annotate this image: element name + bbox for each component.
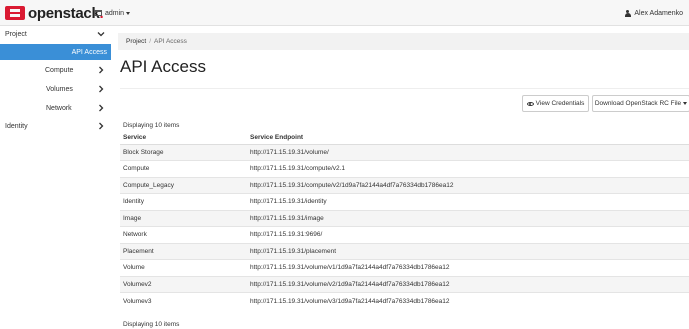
openstack-logo[interactable]: openstack. (5, 4, 104, 22)
table-row: Placement http://171.15.19.31/placement (120, 242, 689, 260)
table-row: Network http://171.15.19.31:9696/ (120, 226, 689, 243)
caret-down-icon (126, 11, 131, 15)
chevron-right-icon (97, 104, 105, 112)
endpoint-cell: http://171.15.19.31/volume/v2/1d9a7fa214… (247, 275, 689, 293)
table-row: Compute http://171.15.19.31/compute/v2.1 (120, 160, 689, 177)
service-cell: Identity (120, 193, 247, 210)
service-cell: Compute (120, 160, 247, 177)
endpoint-cell: http://171.15.19.31/placement (247, 242, 689, 260)
service-cell: Compute_Legacy (120, 176, 247, 194)
brand-name: openstack. (28, 4, 104, 22)
caret-down-icon (683, 102, 688, 105)
user-menu[interactable]: Alex Adamenko (624, 7, 683, 19)
chevron-right-icon (97, 66, 105, 74)
service-cell: Network (120, 226, 247, 243)
breadcrumb-project[interactable]: Project (126, 38, 146, 45)
endpoint-cell: http://171.15.19.31/volume/ (247, 143, 689, 161)
sidebar-item-label: API Access (71, 48, 107, 56)
service-cell: Volumev2 (120, 275, 247, 293)
view-credentials-label: View Credentials (535, 100, 585, 107)
sidebar-item-label: Project (5, 30, 27, 38)
download-rc-label: Download OpenStack RC File (594, 100, 682, 107)
endpoint-cell: http://171.15.19.31/compute/v2.1 (247, 160, 689, 177)
user-icon (624, 9, 631, 17)
openstack-logo-icon (5, 6, 25, 20)
page-title: API Access (120, 57, 206, 76)
service-cell: Image (120, 209, 247, 227)
top-navbar: openstack. admin Alex Adamenko (0, 0, 689, 26)
endpoint-cell: http://171.15.19.31/identity (247, 193, 689, 210)
chevron-right-icon (97, 122, 105, 130)
item-count-footer: Displaying 10 items (123, 321, 180, 328)
sidebar-item-project[interactable]: Project (0, 26, 111, 42)
endpoint-cell: http://171.15.19.31/compute/v2/1d9a7fa21… (247, 176, 689, 194)
table-row: Volumev3 http://171.15.19.31/volume/v3/1… (120, 292, 689, 309)
endpoint-cell: http://171.15.19.31/volume/v1/1d9a7fa214… (247, 259, 689, 276)
sidebar-item-label: Network (46, 104, 72, 112)
service-cell: Volumev3 (120, 292, 247, 309)
item-count: Displaying 10 items (123, 122, 180, 129)
breadcrumb: Project / API Access (118, 33, 689, 50)
table-header-row: Service Service Endpoint (120, 131, 689, 145)
view-credentials-button[interactable]: View Credentials (522, 95, 589, 112)
sidebar: Project API Access Compute Volumes Netwo… (0, 26, 111, 329)
sidebar-item-volumes[interactable]: Volumes (0, 81, 111, 97)
eye-icon (526, 101, 534, 106)
service-cell: Placement (120, 242, 247, 260)
endpoint-cell: http://171.15.19.31/image (247, 209, 689, 227)
column-header-endpoint[interactable]: Service Endpoint (247, 131, 689, 145)
table-row: Volumev2 http://171.15.19.31/volume/v2/1… (120, 275, 689, 293)
project-icon (94, 10, 102, 16)
endpoint-cell: http://171.15.19.31:9696/ (247, 226, 689, 243)
table-row: Block Storage http://171.15.19.31/volume… (120, 143, 689, 161)
sidebar-item-identity[interactable]: Identity (0, 118, 111, 134)
header-divider (120, 88, 689, 89)
column-header-service[interactable]: Service (120, 131, 247, 145)
user-name: Alex Adamenko (634, 9, 683, 17)
table-row: Image http://171.15.19.31/image (120, 209, 689, 227)
main-content: Project / API Access API Access View Cre… (111, 26, 689, 329)
service-cell: Volume (120, 259, 247, 276)
endpoint-cell: http://171.15.19.31/volume/v3/1d9a7fa214… (247, 292, 689, 309)
sidebar-item-api-access[interactable]: API Access (0, 44, 111, 60)
project-switcher[interactable]: admin (94, 7, 131, 19)
sidebar-item-compute[interactable]: Compute (0, 62, 111, 78)
breadcrumb-current: API Access (154, 38, 187, 45)
breadcrumb-separator: / (149, 38, 152, 45)
project-switcher-label: admin (105, 9, 125, 17)
sidebar-item-label: Volumes (46, 85, 73, 93)
sidebar-item-label: Identity (5, 122, 28, 130)
service-cell: Block Storage (120, 143, 247, 161)
chevron-down-icon (97, 30, 105, 38)
sidebar-item-network[interactable]: Network (0, 100, 111, 116)
table-row: Compute_Legacy http://171.15.19.31/compu… (120, 176, 689, 194)
api-endpoints-table: Service Service Endpoint Block Storage h… (120, 131, 689, 309)
table-row: Volume http://171.15.19.31/volume/v1/1d9… (120, 259, 689, 276)
table-row: Identity http://171.15.19.31/identity (120, 193, 689, 210)
sidebar-item-label: Compute (45, 66, 74, 74)
chevron-right-icon (97, 85, 105, 93)
download-rc-button[interactable]: Download OpenStack RC File (592, 95, 689, 112)
